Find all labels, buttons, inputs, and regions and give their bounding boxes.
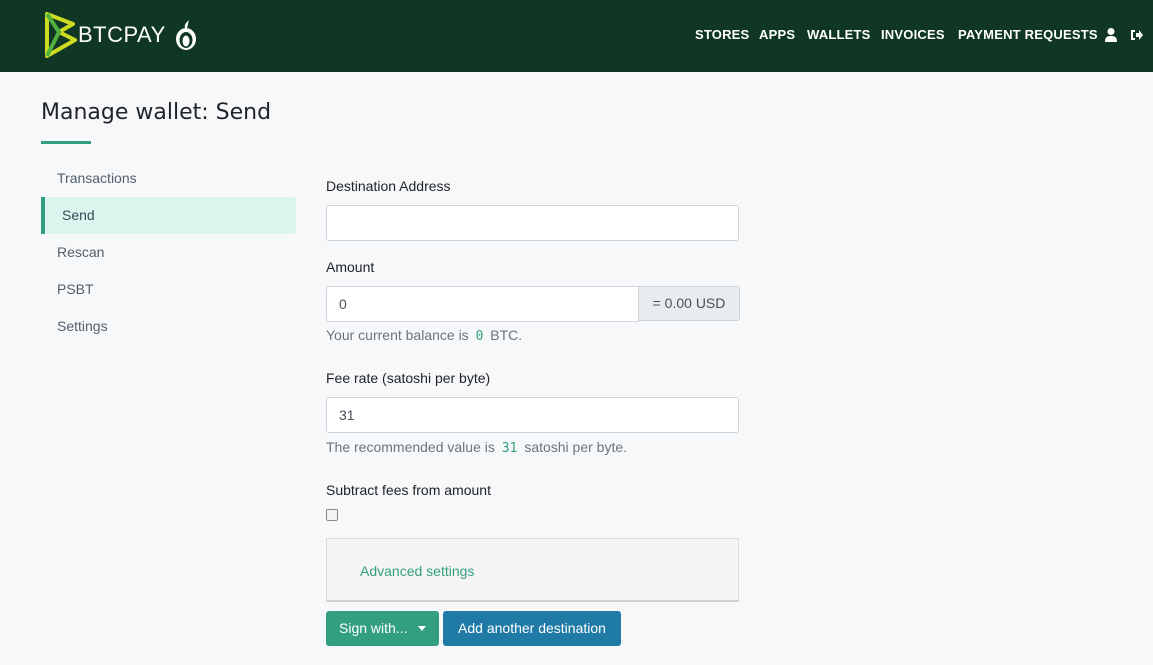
sidebar-item-send[interactable]: Send <box>41 197 296 234</box>
add-destination-button[interactable]: Add another destination <box>443 611 621 646</box>
balance-help-text: Your current balance is 0 BTC. <box>326 327 522 344</box>
recommended-fee-value: 31 <box>501 441 518 456</box>
fee-rate-label: Fee rate (satoshi per byte) <box>326 370 491 386</box>
destination-address-input[interactable] <box>326 205 739 241</box>
fee-help-text: The recommended value is 31 satoshi per … <box>326 439 627 456</box>
fiat-equivalent-addon: = 0.00 USD <box>639 286 740 321</box>
page-title: Manage wallet: Send <box>41 100 272 125</box>
brand-name[interactable]: BTCPAY <box>78 22 166 48</box>
sidebar-item-transactions[interactable]: Transactions <box>41 160 296 197</box>
nav-apps[interactable]: APPS <box>759 27 795 45</box>
amount-input[interactable]: 0 <box>326 286 639 322</box>
tor-onion-icon <box>176 20 196 50</box>
logout-icon[interactable] <box>1130 27 1144 43</box>
top-navbar: BTCPAY STORES APPS WALLETS INVOICES PAYM… <box>0 0 1153 72</box>
balance-help-prefix: Your current balance is <box>326 327 469 343</box>
btcpay-logo-icon[interactable] <box>44 12 78 58</box>
fee-rate-input[interactable]: 31 <box>326 397 739 433</box>
fee-help-suffix: satoshi per byte. <box>524 439 628 455</box>
fee-help-prefix: The recommended value is <box>326 439 495 455</box>
nav-invoices[interactable]: INVOICES <box>881 27 945 45</box>
subtract-fees-label: Subtract fees from amount <box>326 482 491 498</box>
balance-value: 0 <box>475 329 484 344</box>
amount-label: Amount <box>326 259 375 275</box>
balance-help-suffix: BTC. <box>490 327 523 343</box>
sidebar-item-psbt[interactable]: PSBT <box>41 271 296 308</box>
title-underline <box>41 141 91 144</box>
subtract-fees-checkbox[interactable] <box>326 509 338 521</box>
sign-with-label: Sign with... <box>339 620 408 636</box>
sidebar-item-settings[interactable]: Settings <box>41 308 296 345</box>
caret-down-icon <box>418 626 426 631</box>
sidebar-item-rescan[interactable]: Rescan <box>41 234 296 271</box>
nav-wallets[interactable]: WALLETS <box>807 27 871 45</box>
user-icon[interactable] <box>1104 27 1118 43</box>
nav-stores[interactable]: STORES <box>695 27 749 45</box>
sign-with-button[interactable]: Sign with... <box>326 611 439 646</box>
advanced-settings-link[interactable]: Advanced settings <box>360 563 474 579</box>
nav-payment-requests[interactable]: PAYMENT REQUESTS <box>958 27 1098 45</box>
destination-address-label: Destination Address <box>326 178 451 194</box>
